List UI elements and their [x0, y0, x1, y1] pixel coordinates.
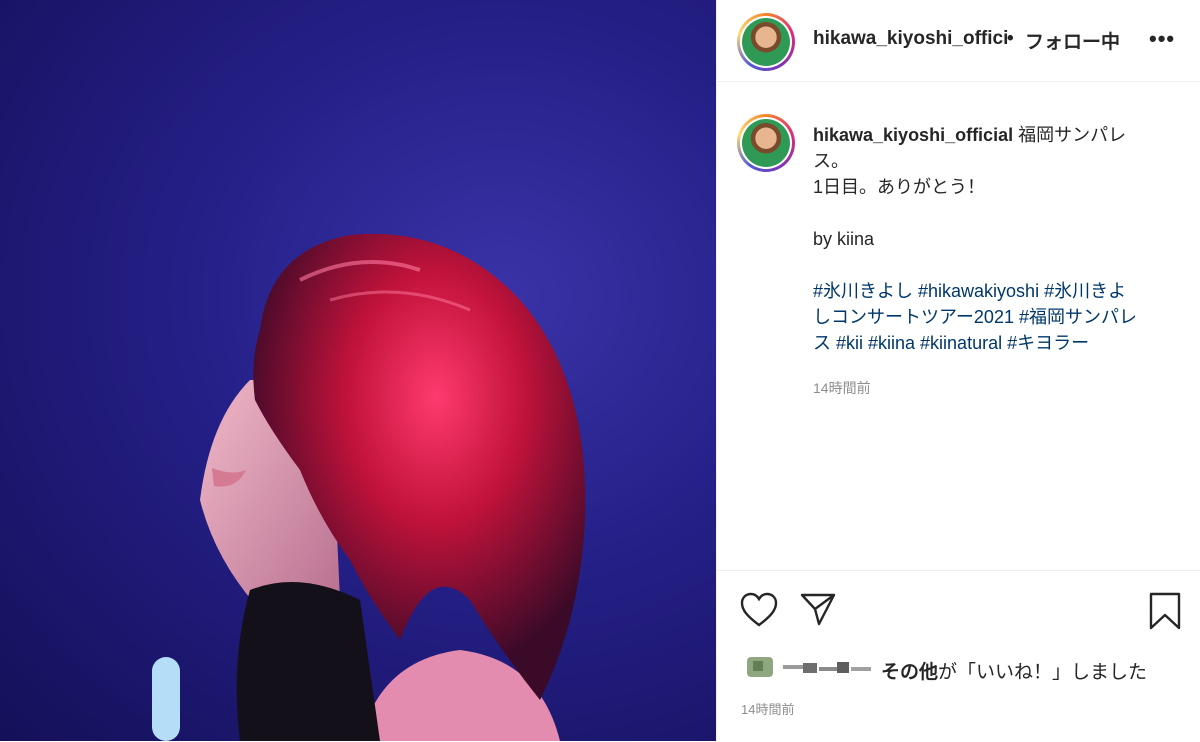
heart-outline-icon[interactable]: [739, 591, 779, 629]
post-actions: その他が「いいね！」しました 14時間前: [717, 570, 1200, 742]
likes-summary: その他が「いいね！」しました: [881, 657, 1147, 684]
liker-avatar-blurred[interactable]: [745, 655, 875, 679]
instagram-post: hikawa_kiyoshi_offici • フォロー中 ••• hikawa…: [0, 0, 1200, 741]
more-options-icon[interactable]: •••: [1149, 26, 1175, 52]
likes-suffix: が「いいね！」しました: [938, 662, 1148, 683]
hashtags-line1[interactable]: #氷川きよし #hikawakiyoshi #氷川きよ: [813, 278, 1183, 304]
separator-dot: •: [1007, 28, 1014, 49]
caption-text-line2: ス。: [813, 151, 849, 171]
likes-others-link[interactable]: その他: [881, 662, 938, 683]
caption-username[interactable]: hikawa_kiyoshi_official: [813, 125, 1013, 145]
stage-light: [152, 657, 180, 741]
hashtags-line2[interactable]: しコンサートツアー2021 #福岡サンパレ: [813, 304, 1183, 330]
caption-credit: by kiina: [813, 229, 875, 249]
caption-text-line3: 1日目。ありがとう！: [813, 177, 986, 197]
author-username[interactable]: hikawa_kiyoshi_offici: [813, 28, 1008, 50]
post-timestamp[interactable]: 14時間前: [741, 699, 794, 718]
bookmark-outline-icon[interactable]: [1147, 591, 1183, 631]
author-avatar[interactable]: [737, 13, 795, 71]
caption-timestamp[interactable]: 14時間前: [813, 378, 871, 398]
paper-plane-icon[interactable]: [799, 591, 837, 627]
post-caption: hikawa_kiyoshi_official 福岡サンパレ ス。 1日目。あり…: [813, 122, 1183, 356]
post-side-panel: hikawa_kiyoshi_offici • フォロー中 ••• hikawa…: [716, 0, 1200, 741]
caption-text-line1: 福岡サンパレ: [1018, 125, 1127, 145]
post-photo[interactable]: [0, 0, 716, 741]
following-button[interactable]: フォロー中: [1025, 27, 1120, 54]
caption-author-avatar[interactable]: [737, 114, 795, 172]
post-header: hikawa_kiyoshi_offici • フォロー中 •••: [717, 0, 1200, 82]
hashtags-line3[interactable]: ス #kii #kiina #kiinatural #キヨラー: [813, 330, 1183, 356]
performer-illustration: [152, 233, 586, 741]
